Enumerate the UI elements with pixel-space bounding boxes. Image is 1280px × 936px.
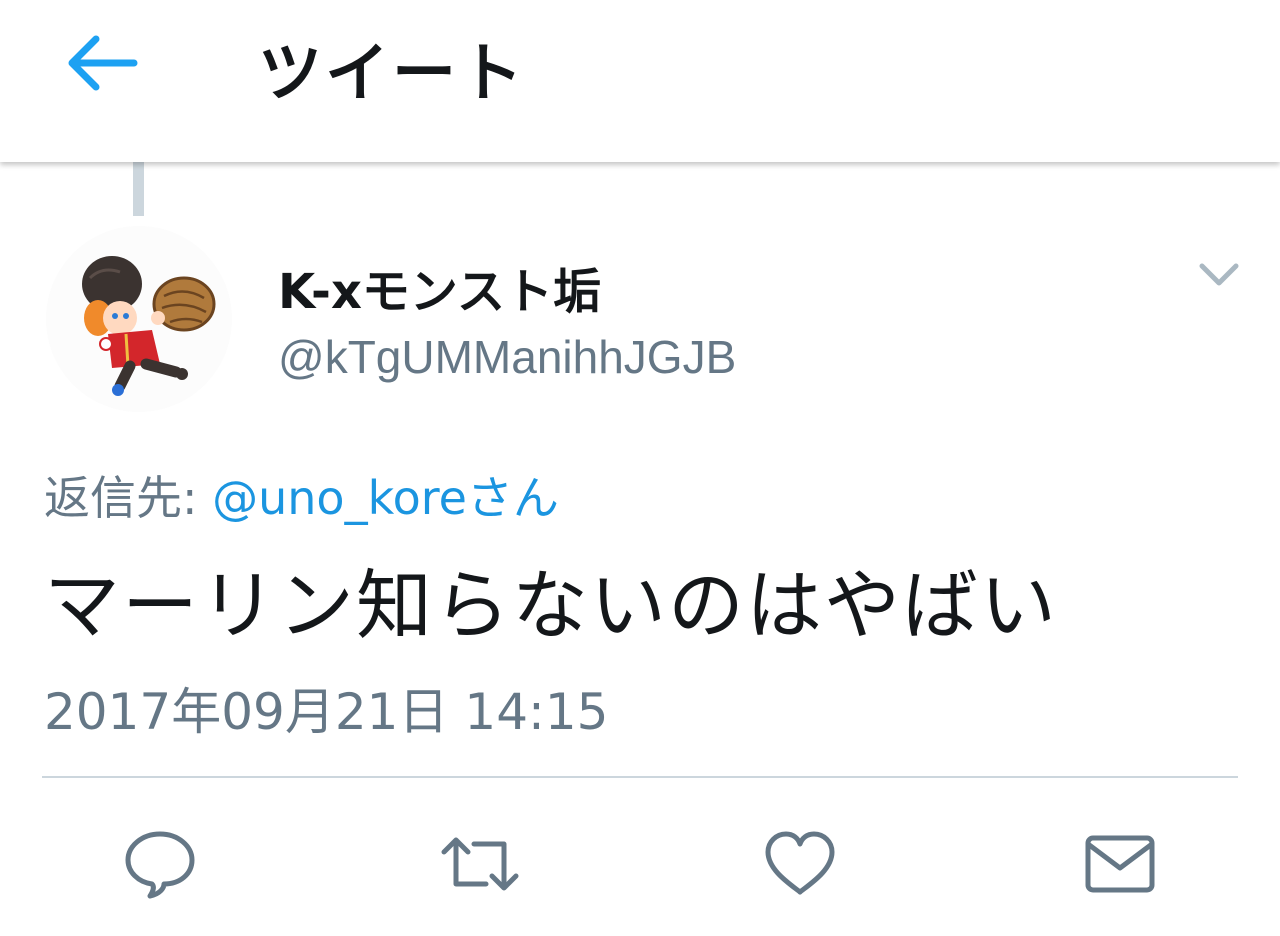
like-button[interactable] xyxy=(760,826,840,902)
more-options-button[interactable] xyxy=(1194,256,1244,296)
reply-mention-handle: @uno_kore xyxy=(212,471,467,525)
reply-mention-link[interactable]: @uno_koreさん xyxy=(212,471,559,525)
divider xyxy=(42,776,1238,778)
thread-connector-line xyxy=(133,162,144,216)
reply-icon xyxy=(125,831,195,899)
avatar-character-image xyxy=(46,226,232,412)
share-dm-button[interactable] xyxy=(1080,826,1160,902)
back-button[interactable] xyxy=(62,30,140,96)
retweet-button[interactable] xyxy=(440,826,520,902)
reply-prefix: 返信先: xyxy=(44,471,213,525)
reply-context: 返信先: @uno_koreさん xyxy=(44,462,559,528)
author-display-name[interactable]: K-xモンスト垢 xyxy=(278,252,601,322)
envelope-icon xyxy=(1085,835,1155,893)
tweet-text: マーリン知らないのはやばい xyxy=(44,561,1058,650)
chevron-down-icon xyxy=(1199,263,1239,286)
tweet-timestamp: 2017年09月21日 14:15 xyxy=(44,683,609,741)
reply-mention-suffix: さん xyxy=(466,471,559,525)
heart-icon xyxy=(765,831,835,895)
reply-button[interactable] xyxy=(120,826,200,902)
author-handle[interactable]: @kTgUMManihhJGJB xyxy=(278,330,736,384)
top-app-bar: ツイート xyxy=(0,0,1280,162)
retweet-icon xyxy=(441,837,519,891)
arrow-left-icon xyxy=(68,35,138,91)
avatar[interactable] xyxy=(46,226,232,412)
page-title: ツイート xyxy=(258,37,526,111)
